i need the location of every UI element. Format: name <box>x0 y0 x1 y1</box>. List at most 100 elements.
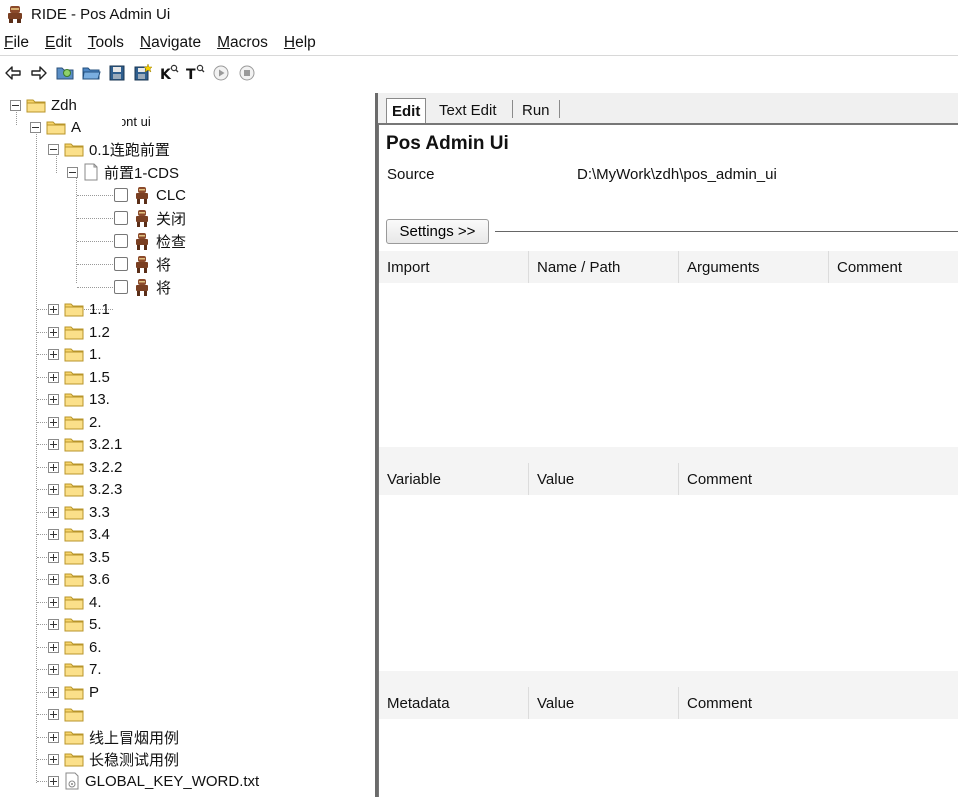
search-tests-icon[interactable]: T <box>184 62 206 84</box>
expand-toggle-icon[interactable] <box>48 528 59 540</box>
collapse-toggle-icon[interactable] <box>67 166 78 178</box>
tree-node-folder[interactable]: 线上冒烟用例 <box>48 726 179 748</box>
back-arrow-icon[interactable] <box>2 62 24 84</box>
menu-edit[interactable]: Edit <box>45 34 72 52</box>
test-checkbox[interactable] <box>114 257 128 271</box>
settings-button[interactable]: Settings >> <box>386 219 489 244</box>
tree-node-folder[interactable]: 3.5 <box>48 546 110 568</box>
stop-icon[interactable] <box>236 62 258 84</box>
menu-navigate[interactable]: Navigate <box>140 34 201 52</box>
tree-node-test[interactable]: 关闭 <box>114 207 186 229</box>
menu-file[interactable]: File <box>4 34 29 52</box>
run-icon[interactable] <box>210 62 232 84</box>
search-keywords-icon[interactable]: K <box>158 62 180 84</box>
expand-toggle-icon[interactable] <box>48 371 59 383</box>
collapse-toggle-icon[interactable] <box>30 121 41 133</box>
expand-toggle-icon[interactable] <box>48 731 59 743</box>
collapse-toggle-icon[interactable] <box>10 99 21 111</box>
save-all-icon[interactable] <box>132 62 154 84</box>
expand-toggle-icon[interactable] <box>48 775 59 787</box>
tree-node-label: 3.6 <box>89 570 110 588</box>
expand-toggle-icon[interactable] <box>48 753 59 765</box>
tree-node-folder[interactable]: 3.3 <box>48 501 110 523</box>
expand-toggle-icon[interactable] <box>48 573 59 585</box>
tree-node-root[interactable]: Zdh <box>10 94 77 116</box>
variable-table[interactable]: Variable Value Comment <box>379 463 958 671</box>
expand-toggle-icon[interactable] <box>48 641 59 653</box>
tree-node-folder[interactable]: 7. <box>48 658 102 680</box>
column-header[interactable]: Value <box>528 463 678 495</box>
column-header[interactable]: Arguments <box>678 251 828 283</box>
tree-node-folder[interactable]: 3.4 <box>48 523 110 545</box>
tree-node-test[interactable]: 将 <box>114 276 171 298</box>
open-directory-icon[interactable] <box>54 62 76 84</box>
menu-tools[interactable]: Tools <box>88 34 124 52</box>
expand-toggle-icon[interactable] <box>48 596 59 608</box>
tree-node-project[interactable]: A front ui <box>30 114 151 138</box>
tree-node-test[interactable]: 检查 <box>114 230 186 252</box>
tree-node-folder[interactable]: 3.2.1 <box>48 433 122 455</box>
tree-node-folder[interactable]: 3.2.2 <box>48 456 122 478</box>
expand-toggle-icon[interactable] <box>48 438 59 450</box>
column-header[interactable]: Name / Path <box>528 251 678 283</box>
folder-icon <box>46 121 66 134</box>
menu-help[interactable]: Help <box>284 34 316 52</box>
column-header[interactable]: Comment <box>828 251 958 283</box>
tree-node-folder[interactable]: 3.2.3 <box>48 478 122 500</box>
expand-toggle-icon[interactable] <box>48 663 59 675</box>
tree-node-folder[interactable]: 5. <box>48 613 102 635</box>
tree-node-folder[interactable]: 3.6 <box>48 568 110 590</box>
tree-node-resource[interactable]: 前置1-CDS <box>67 161 179 183</box>
column-header[interactable]: Comment <box>678 463 958 495</box>
expand-toggle-icon[interactable] <box>48 618 59 630</box>
tree-node-folder[interactable]: 13. <box>48 388 110 410</box>
tree-node-folder[interactable]: 1.2 <box>48 321 110 343</box>
column-header[interactable]: Metadata <box>379 687 528 719</box>
tree-node-folder[interactable]: 长稳测试用例 <box>48 748 179 770</box>
tree-node-folder[interactable]: 1.5 <box>48 366 110 388</box>
import-table[interactable]: Import Name / Path Arguments Comment <box>379 251 958 447</box>
tree-node-test[interactable]: 将 <box>114 253 171 275</box>
save-icon[interactable] <box>106 62 128 84</box>
tree-node-label: 将 <box>156 279 172 297</box>
expand-toggle-icon[interactable] <box>48 551 59 563</box>
tab-edit[interactable]: Edit <box>386 98 427 123</box>
collapse-toggle-icon[interactable] <box>48 143 59 155</box>
tree-node-folder[interactable] <box>48 703 89 725</box>
column-header[interactable]: Import <box>379 251 528 283</box>
tab-run[interactable]: Run <box>517 98 555 122</box>
tree-node-folder[interactable]: 1.1 <box>48 298 110 320</box>
test-checkbox[interactable] <box>114 188 128 202</box>
forward-arrow-icon[interactable] <box>28 62 50 84</box>
column-header[interactable]: Comment <box>678 687 958 719</box>
expand-toggle-icon[interactable] <box>48 708 59 720</box>
tree-node-folder[interactable]: 4. <box>48 591 102 613</box>
open-folder-icon[interactable] <box>80 62 102 84</box>
expand-toggle-icon[interactable] <box>48 348 59 360</box>
expand-toggle-icon[interactable] <box>48 686 59 698</box>
tree-node-suite[interactable]: 0.1连跑前置 <box>48 138 170 160</box>
expand-toggle-icon[interactable] <box>48 303 59 315</box>
folder-icon <box>64 326 84 339</box>
folder-icon <box>64 663 84 676</box>
test-checkbox[interactable] <box>114 280 128 294</box>
test-checkbox[interactable] <box>114 234 128 248</box>
column-header[interactable]: Variable <box>379 463 528 495</box>
tree-node-test[interactable]: CLC <box>114 184 186 206</box>
expand-toggle-icon[interactable] <box>48 506 59 518</box>
expand-toggle-icon[interactable] <box>48 461 59 473</box>
tree-node-folder[interactable]: 2. <box>48 411 102 433</box>
expand-toggle-icon[interactable] <box>48 483 59 495</box>
expand-toggle-icon[interactable] <box>48 326 59 338</box>
expand-toggle-icon[interactable] <box>48 393 59 405</box>
menu-macros[interactable]: Macros <box>217 34 268 52</box>
tree-node-folder[interactable]: P <box>48 681 99 703</box>
tree-node-folder[interactable]: 1. <box>48 343 102 365</box>
expand-toggle-icon[interactable] <box>48 416 59 428</box>
column-header[interactable]: Value <box>528 687 678 719</box>
tab-text-edit[interactable]: Text Edit <box>434 98 502 122</box>
tree-node-file[interactable]: GLOBAL_KEY_WORD.txt <box>48 770 259 792</box>
tree-node-folder[interactable]: 6. <box>48 636 102 658</box>
test-checkbox[interactable] <box>114 211 128 225</box>
metadata-table[interactable]: Metadata Value Comment <box>379 687 958 797</box>
